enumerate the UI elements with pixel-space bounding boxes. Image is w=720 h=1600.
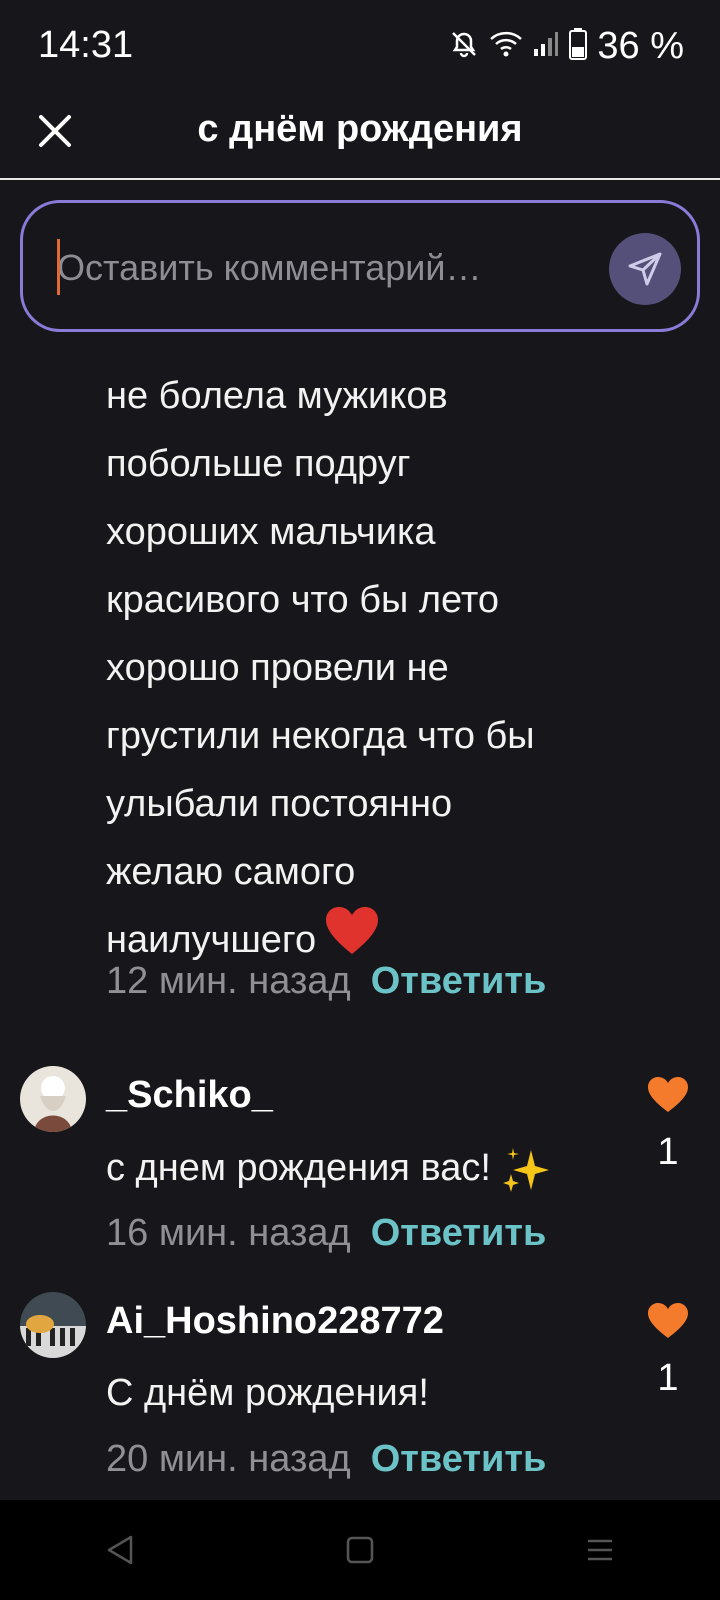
send-button[interactable] bbox=[609, 233, 681, 305]
comment-line: красивого что бы лето bbox=[106, 579, 499, 621]
reply-button[interactable]: Ответить bbox=[371, 1212, 547, 1255]
back-icon bbox=[107, 1535, 133, 1565]
comment-line: улыбали постоянно bbox=[106, 783, 453, 825]
comment-line: не болела мужиков bbox=[106, 375, 448, 417]
comment-line: хорошо провели не bbox=[106, 647, 449, 689]
comment-time: 20 мин. назад bbox=[106, 1438, 351, 1480]
like-group: 1 bbox=[638, 1076, 698, 1174]
recents-icon bbox=[588, 1539, 612, 1561]
like-heart-icon[interactable] bbox=[646, 1302, 690, 1345]
avatar[interactable] bbox=[20, 1066, 86, 1132]
comment-line: хороших мальчика bbox=[106, 511, 436, 553]
comment-meta: 20 мин. назад Ответить bbox=[106, 1438, 546, 1481]
comment-time: 12 мин. назад bbox=[106, 960, 351, 1002]
reply-button[interactable]: Ответить bbox=[371, 1438, 547, 1481]
like-count: 1 bbox=[657, 1357, 679, 1399]
sparkles-emoji-icon bbox=[501, 1147, 551, 1192]
comment-line: грустили некогда что бы bbox=[106, 715, 535, 757]
comment-text: С днём рождения! bbox=[106, 1372, 429, 1414]
battery-percent: 36 % bbox=[597, 24, 684, 67]
comment-text-value: с днем рождения вас! bbox=[106, 1147, 491, 1190]
send-icon bbox=[628, 252, 662, 286]
header: с днём рождения bbox=[0, 96, 720, 180]
comment-time: 16 мин. назад bbox=[106, 1212, 351, 1254]
comment-box[interactable] bbox=[20, 200, 700, 332]
home-icon bbox=[346, 1536, 374, 1564]
comment-meta: 12 мин. назад Ответить bbox=[106, 960, 546, 1003]
home-button[interactable] bbox=[320, 1520, 400, 1580]
page-title: с днём рождения bbox=[197, 108, 523, 150]
status-icons: 36 % bbox=[449, 24, 684, 68]
comment-input[interactable] bbox=[57, 233, 587, 303]
like-group: 1 bbox=[638, 1302, 698, 1400]
text-caret bbox=[57, 239, 60, 295]
comment-meta: 16 мин. назад Ответить bbox=[106, 1212, 546, 1255]
comment-text: с днем рождения вас! bbox=[106, 1146, 551, 1194]
wifi-icon bbox=[489, 30, 523, 63]
comment-continued: не болела мужиков побольше подруг хороши… bbox=[106, 362, 646, 974]
comment-line: побольше подруг bbox=[106, 443, 411, 485]
like-heart-icon[interactable] bbox=[646, 1076, 690, 1119]
recents-button[interactable] bbox=[560, 1520, 640, 1580]
mute-icon bbox=[449, 29, 479, 64]
username[interactable]: Ai_Hoshino228772 bbox=[106, 1300, 444, 1343]
avatar[interactable] bbox=[20, 1292, 86, 1358]
username[interactable]: _Schiko_ bbox=[106, 1074, 273, 1117]
battery-icon bbox=[569, 27, 588, 65]
signal-icon bbox=[533, 31, 559, 62]
like-count: 1 bbox=[657, 1131, 679, 1173]
back-button[interactable] bbox=[80, 1520, 160, 1580]
comment-line: желаю самого bbox=[106, 851, 356, 893]
status-bar: 14:31 36 % bbox=[0, 0, 720, 96]
nav-bar bbox=[0, 1500, 720, 1600]
comment-line-text: наилучшего bbox=[106, 919, 317, 962]
reply-button[interactable]: Ответить bbox=[371, 960, 547, 1003]
status-time: 14:31 bbox=[38, 24, 134, 66]
